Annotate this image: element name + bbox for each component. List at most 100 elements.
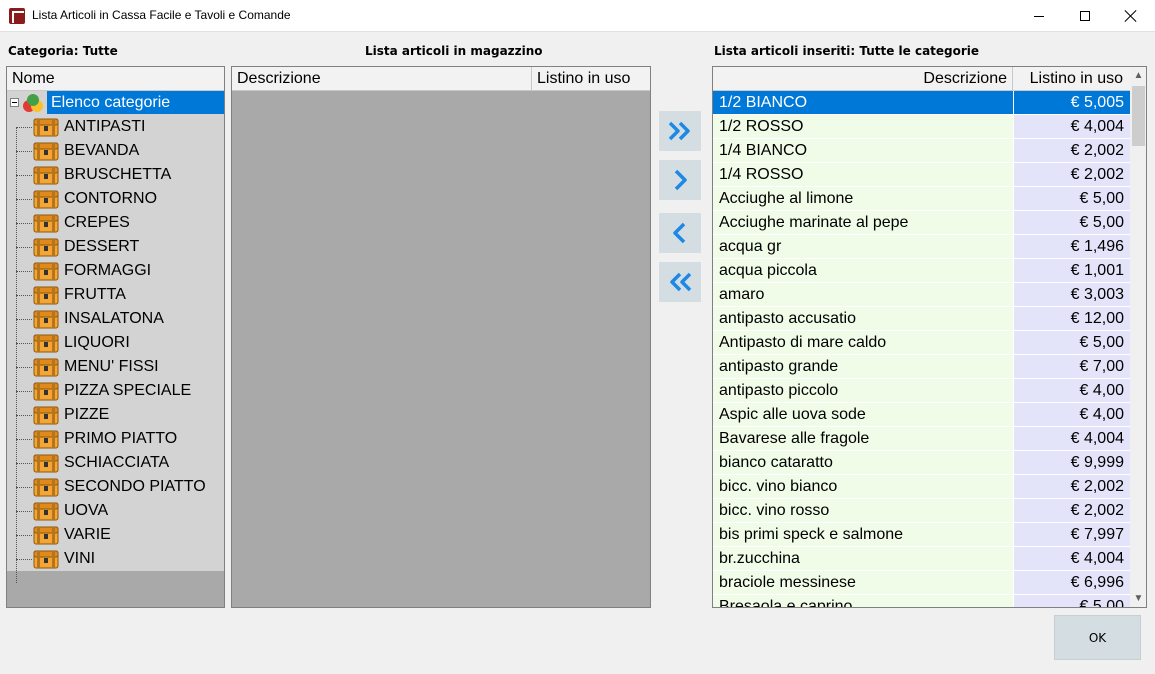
- table-row[interactable]: bicc. vino rosso € 2,002: [713, 499, 1130, 523]
- tree-item-label: DESSERT: [64, 238, 140, 255]
- tree-item[interactable]: SCHIACCIATA: [7, 451, 224, 475]
- double-chevron-left-icon: [670, 272, 692, 292]
- tree-branch-line: [16, 319, 32, 320]
- tree-item[interactable]: VARIE: [7, 523, 224, 547]
- table-row[interactable]: antipasto accusatio € 12,00: [713, 307, 1130, 331]
- table-row[interactable]: Bresaola e caprino € 5,00: [713, 595, 1130, 607]
- tree-item[interactable]: BRUSCHETTA: [7, 163, 224, 187]
- row-price: € 6,996: [1013, 571, 1130, 595]
- tree-branch-line: [16, 343, 32, 344]
- warehouse-col-descrizione[interactable]: Descrizione: [237, 67, 321, 90]
- table-row[interactable]: bicc. vino bianco € 2,002: [713, 475, 1130, 499]
- category-tree[interactable]: Nome Elenco categorie ANTIPASTI BEVANDA BR…: [6, 66, 225, 608]
- scroll-up-icon[interactable]: ▲: [1130, 67, 1146, 84]
- add-all-button[interactable]: [659, 111, 701, 151]
- chest-icon: [33, 502, 59, 521]
- tree-item-label: CREPES: [64, 214, 130, 231]
- maximize-button[interactable]: [1062, 0, 1108, 32]
- tree-item[interactable]: SECONDO PIATTO: [7, 475, 224, 499]
- vertical-scrollbar[interactable]: ▲ ▼: [1130, 67, 1146, 607]
- column-separator[interactable]: [531, 67, 532, 91]
- table-row[interactable]: Acciughe al limone € 5,00: [713, 187, 1130, 211]
- table-row[interactable]: 1/4 BIANCO € 2,002: [713, 139, 1130, 163]
- inserted-col-listino[interactable]: Listino in uso: [1013, 67, 1129, 91]
- row-price: € 2,002: [1013, 475, 1130, 499]
- inserted-items-grid[interactable]: Descrizione Listino in uso 1/2 BIANCO € 5…: [712, 66, 1147, 608]
- tree-item[interactable]: PIZZE: [7, 403, 224, 427]
- row-description: antipasto piccolo: [713, 379, 1013, 403]
- add-selected-button[interactable]: [659, 160, 701, 200]
- row-description: acqua gr: [713, 235, 1013, 259]
- warehouse-list-header: Descrizione Listino in uso: [232, 67, 650, 91]
- table-row[interactable]: 1/4 ROSSO € 2,002: [713, 163, 1130, 187]
- tree-item[interactable]: CONTORNO: [7, 187, 224, 211]
- tree-item-label: VARIE: [64, 526, 111, 543]
- scrollbar-thumb[interactable]: [1132, 86, 1145, 146]
- chest-icon: [33, 142, 59, 161]
- table-row[interactable]: Bavarese alle fragole € 4,004: [713, 427, 1130, 451]
- tree-item-label: SCHIACCIATA: [64, 454, 170, 471]
- tree-item[interactable]: FORMAGGI: [7, 259, 224, 283]
- scroll-down-icon[interactable]: ▼: [1130, 590, 1146, 607]
- tree-item-label: FORMAGGI: [64, 262, 152, 279]
- table-row[interactable]: br.zucchina € 4,004: [713, 547, 1130, 571]
- tree-item[interactable]: UOVA: [7, 499, 224, 523]
- chest-icon: [33, 550, 59, 569]
- tree-root-node[interactable]: Elenco categorie: [7, 91, 224, 115]
- tree-item[interactable]: MENU' FISSI: [7, 355, 224, 379]
- row-price: € 9,999: [1013, 451, 1130, 475]
- row-description: 1/2 ROSSO: [713, 115, 1013, 139]
- tree-branch-line: [16, 295, 32, 296]
- table-row[interactable]: braciole messinese € 6,996: [713, 571, 1130, 595]
- maximize-icon: [1080, 11, 1090, 21]
- table-row[interactable]: Acciughe marinate al pepe € 5,00: [713, 211, 1130, 235]
- table-row[interactable]: 1/2 BIANCO € 5,005: [713, 91, 1130, 115]
- inserted-grid-rows: 1/2 BIANCO € 5,005 1/2 ROSSO € 4,004 1/4 BIA…: [713, 91, 1130, 607]
- table-row[interactable]: Aspic alle uova sode € 4,00: [713, 403, 1130, 427]
- collapse-icon[interactable]: [10, 98, 19, 107]
- table-row[interactable]: Antipasto di mare caldo € 5,00: [713, 331, 1130, 355]
- row-price: € 7,997: [1013, 523, 1130, 547]
- row-description: Bresaola e caprino: [713, 595, 1013, 607]
- table-row[interactable]: acqua piccola € 1,001: [713, 259, 1130, 283]
- tree-item[interactable]: DESSERT: [7, 235, 224, 259]
- table-row[interactable]: bis primi speck e salmone € 7,997: [713, 523, 1130, 547]
- ok-button[interactable]: OK: [1054, 615, 1141, 660]
- remove-all-button[interactable]: [659, 262, 701, 302]
- row-description: Antipasto di mare caldo: [713, 331, 1013, 355]
- tree-item[interactable]: BEVANDA: [7, 139, 224, 163]
- table-row[interactable]: acqua gr € 1,496: [713, 235, 1130, 259]
- tree-item[interactable]: LIQUORI: [7, 331, 224, 355]
- remove-selected-button[interactable]: [659, 213, 701, 253]
- chevron-left-icon: [673, 222, 686, 244]
- table-row[interactable]: antipasto grande € 7,00: [713, 355, 1130, 379]
- warehouse-col-listino[interactable]: Listino in uso: [537, 67, 630, 90]
- tree-item[interactable]: INSALATONA: [7, 307, 224, 331]
- tree-item[interactable]: VINI: [7, 547, 224, 571]
- table-row[interactable]: antipasto piccolo € 4,00: [713, 379, 1130, 403]
- tree-branch-line: [16, 511, 32, 512]
- tree-item[interactable]: ANTIPASTI: [7, 115, 224, 139]
- tree-item[interactable]: FRUTTA: [7, 283, 224, 307]
- table-row[interactable]: amaro € 3,003: [713, 283, 1130, 307]
- tree-branch-line: [16, 487, 32, 488]
- table-row[interactable]: bianco cataratto € 9,999: [713, 451, 1130, 475]
- tree-item[interactable]: PIZZA SPECIALE: [7, 379, 224, 403]
- minimize-button[interactable]: [1016, 0, 1062, 32]
- chevron-right-icon: [674, 169, 687, 191]
- table-row[interactable]: 1/2 ROSSO € 4,004: [713, 115, 1130, 139]
- close-button[interactable]: [1108, 0, 1154, 32]
- chest-icon: [33, 310, 59, 329]
- row-description: amaro: [713, 283, 1013, 307]
- tree-item-label: SECONDO PIATTO: [64, 478, 206, 495]
- tree-item-label: BEVANDA: [64, 142, 140, 159]
- tree-body: Elenco categorie ANTIPASTI BEVANDA BRUSCHE…: [7, 91, 224, 583]
- row-price: € 2,002: [1013, 163, 1130, 187]
- inserted-col-descrizione[interactable]: Descrizione: [713, 67, 1012, 91]
- tree-item[interactable]: CREPES: [7, 211, 224, 235]
- warehouse-list[interactable]: Descrizione Listino in uso: [231, 66, 651, 608]
- chest-icon: [33, 382, 59, 401]
- tree-item[interactable]: PRIMO PIATTO: [7, 427, 224, 451]
- tree-item-label: LIQUORI: [64, 334, 130, 351]
- tree-header-nome[interactable]: Nome: [7, 67, 224, 91]
